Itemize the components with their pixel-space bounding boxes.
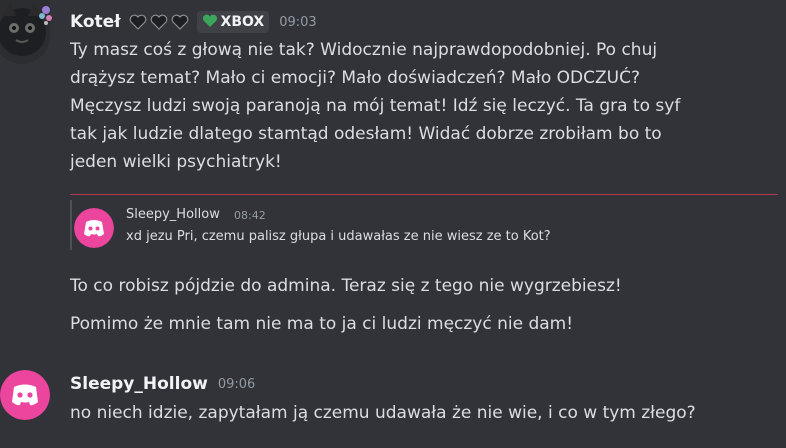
discord-logo-icon — [0, 370, 50, 420]
discord-logo-icon — [74, 208, 114, 248]
black-heart-icon — [129, 14, 147, 30]
reply-preview[interactable]: Sleepy_Hollow 08:42 xd jezu Pri, czemu p… — [70, 200, 778, 250]
flower-decoration-icon — [39, 6, 52, 25]
reply-avatar — [74, 208, 114, 248]
message-line: Ty masz coś z głową nie tak? Widocznie n… — [70, 40, 658, 60]
message-header: Koteł XBOX 09:03 — [70, 10, 317, 34]
username[interactable]: Koteł — [70, 12, 121, 32]
message-header: Sleepy_Hollow 09:06 — [70, 372, 255, 396]
message-line: tak jak ludzie dlatego stamtąd odesłam! … — [70, 124, 662, 144]
new-messages-divider — [70, 194, 778, 195]
message-content: Ty masz coś z głową nie tak? Widocznie n… — [70, 36, 766, 176]
role-icons — [129, 14, 189, 30]
timestamp[interactable]: 09:03 — [279, 15, 316, 30]
reply-author[interactable]: Sleepy_Hollow — [126, 207, 220, 222]
message-continuation: Pomimo że mnie tam nie ma to ja ci ludzi… — [70, 310, 766, 338]
message-content: no niech idzie, zapytałam ją czemu udawa… — [70, 399, 766, 427]
green-heart-icon — [202, 13, 218, 32]
message-line: drążysz temat? Mało ci emocji? Mało dośw… — [70, 68, 640, 88]
server-tag[interactable]: XBOX — [196, 11, 270, 33]
message-continuation: To co robisz pójdzie do admina. Teraz si… — [70, 272, 766, 300]
message-line: no niech idzie, zapytałam ją czemu udawa… — [70, 403, 696, 423]
message-line: Pomimo że mnie tam nie ma to ja ci ludzi… — [70, 314, 574, 334]
avatar-sleepy-hollow[interactable] — [0, 370, 50, 420]
reply-timestamp: 08:42 — [234, 209, 266, 222]
message-line: Męczysz ludzi swoją paranoją na mój tema… — [70, 96, 681, 116]
black-heart-icon — [150, 14, 168, 30]
timestamp[interactable]: 09:06 — [218, 377, 255, 392]
username[interactable]: Sleepy_Hollow — [70, 374, 208, 394]
black-heart-icon — [171, 14, 189, 30]
reply-text: xd jezu Pri, czemu palisz głupa i udawał… — [126, 229, 551, 244]
tag-label: XBOX — [220, 14, 265, 30]
message-line: To co robisz pójdzie do admina. Teraz si… — [70, 276, 622, 296]
reply-bar — [70, 200, 72, 250]
message-line: jeden wielki psychiatryk! — [70, 152, 282, 172]
